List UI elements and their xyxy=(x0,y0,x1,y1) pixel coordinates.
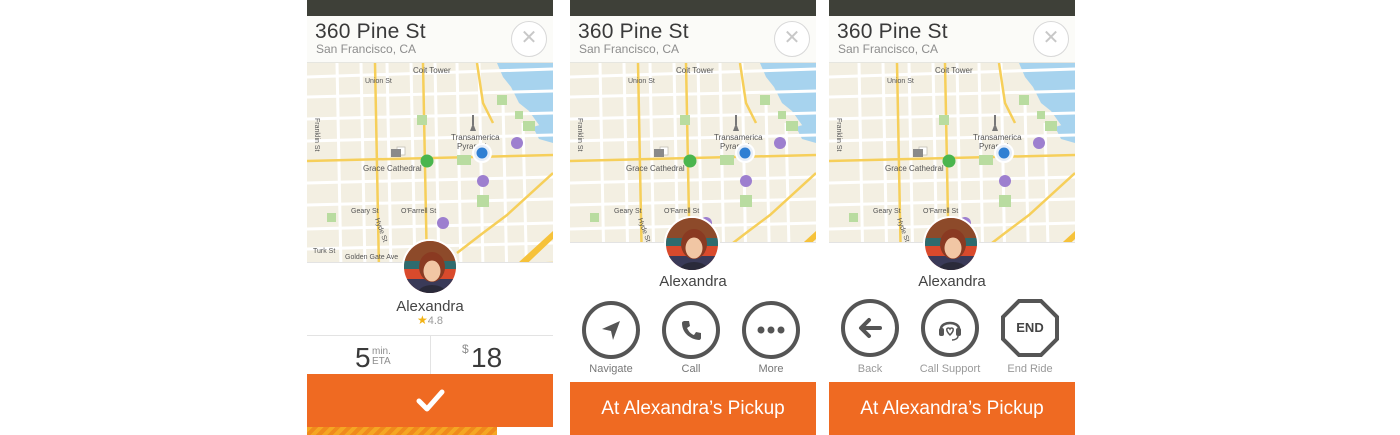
screen-ride-request: 360 Pine St San Francisco, CA ✕ Alexandr… xyxy=(307,0,553,435)
support-headset-icon xyxy=(939,321,961,341)
call-label: Call xyxy=(681,363,701,375)
close-button[interactable]: ✕ xyxy=(511,21,547,57)
rider-panel: Alexandra Back Call Support END End Ride xyxy=(829,216,1075,383)
ride-stats: 5 min. ETA $ 18 xyxy=(307,335,553,376)
street-address: 360 Pine St xyxy=(315,20,426,43)
city-label: San Francisco, CA xyxy=(579,42,680,56)
pickup-cta-button[interactable]: At Alexandra’s Pickup xyxy=(829,382,1075,435)
location-header: 360 Pine St San Francisco, CA ✕ xyxy=(570,16,816,63)
fare-stat: $ 18 xyxy=(462,336,542,376)
rider-name: Alexandra xyxy=(659,273,727,290)
status-strip xyxy=(307,0,553,16)
accept-button[interactable] xyxy=(307,374,553,427)
close-icon: ✕ xyxy=(783,27,801,49)
navigate-label: Navigate xyxy=(589,363,633,375)
city-label: San Francisco, CA xyxy=(838,42,939,56)
street-address: 360 Pine St xyxy=(578,20,689,43)
pickup-cta-button[interactable]: At Alexandra’s Pickup xyxy=(570,382,816,435)
navigate-button[interactable] xyxy=(582,301,640,359)
rider-rating: ★4.8 xyxy=(307,313,553,327)
location-header: 360 Pine St San Francisco, CA ✕ xyxy=(829,16,1075,63)
phone-icon xyxy=(682,321,701,340)
fare-currency: $ xyxy=(462,342,469,356)
fare-value: 18 xyxy=(471,342,503,373)
eta-value: 5 xyxy=(355,342,371,373)
more-dots-icon xyxy=(757,326,785,334)
avatar xyxy=(402,239,458,295)
screen-pickup-actions: 360 Pine St San Francisco, CA ✕ Alexandr… xyxy=(570,0,816,435)
close-icon: ✕ xyxy=(1042,27,1060,49)
screen-ride-options: 360 Pine St San Francisco, CA ✕ Alexandr… xyxy=(829,0,1075,435)
location-header: 360 Pine St San Francisco, CA ✕ xyxy=(307,16,553,63)
back-label: Back xyxy=(857,363,883,375)
call-button[interactable] xyxy=(662,301,720,359)
progress-stripe xyxy=(307,427,497,435)
close-icon: ✕ xyxy=(520,27,538,49)
close-button[interactable]: ✕ xyxy=(774,21,810,57)
status-strip xyxy=(829,0,1075,16)
rider-panel: Alexandra ★4.8 5 min. ETA $ 18 xyxy=(307,239,553,376)
more-button[interactable] xyxy=(742,301,800,359)
back-button[interactable] xyxy=(841,299,899,357)
city-label: San Francisco, CA xyxy=(316,42,417,56)
end-ride-label: End Ride xyxy=(1007,363,1053,375)
status-strip xyxy=(570,0,816,16)
back-arrow-icon xyxy=(859,318,882,338)
pickup-cta-label: At Alexandra’s Pickup xyxy=(601,398,785,419)
more-label: More xyxy=(758,363,784,375)
close-button[interactable]: ✕ xyxy=(1033,21,1069,57)
stats-divider xyxy=(430,336,431,376)
checkmark-icon xyxy=(416,389,445,412)
call-support-label: Call Support xyxy=(919,363,981,375)
navigate-arrow-icon xyxy=(602,321,620,340)
rider-panel: Alexandra Navigate Call More xyxy=(570,216,816,383)
avatar xyxy=(923,216,979,272)
end-badge: END xyxy=(1016,320,1044,335)
eta-stat: 5 min. ETA xyxy=(355,336,425,376)
pickup-cta-label: At Alexandra’s Pickup xyxy=(860,398,1044,419)
rider-name: Alexandra xyxy=(918,273,986,290)
call-support-button[interactable] xyxy=(921,299,979,357)
avatar xyxy=(664,216,720,272)
eta-label: ETA xyxy=(372,356,391,367)
street-address: 360 Pine St xyxy=(837,20,948,43)
star-icon: ★ xyxy=(416,313,428,327)
rating-value: 4.8 xyxy=(427,315,444,327)
end-ride-button[interactable]: END xyxy=(1001,299,1059,357)
